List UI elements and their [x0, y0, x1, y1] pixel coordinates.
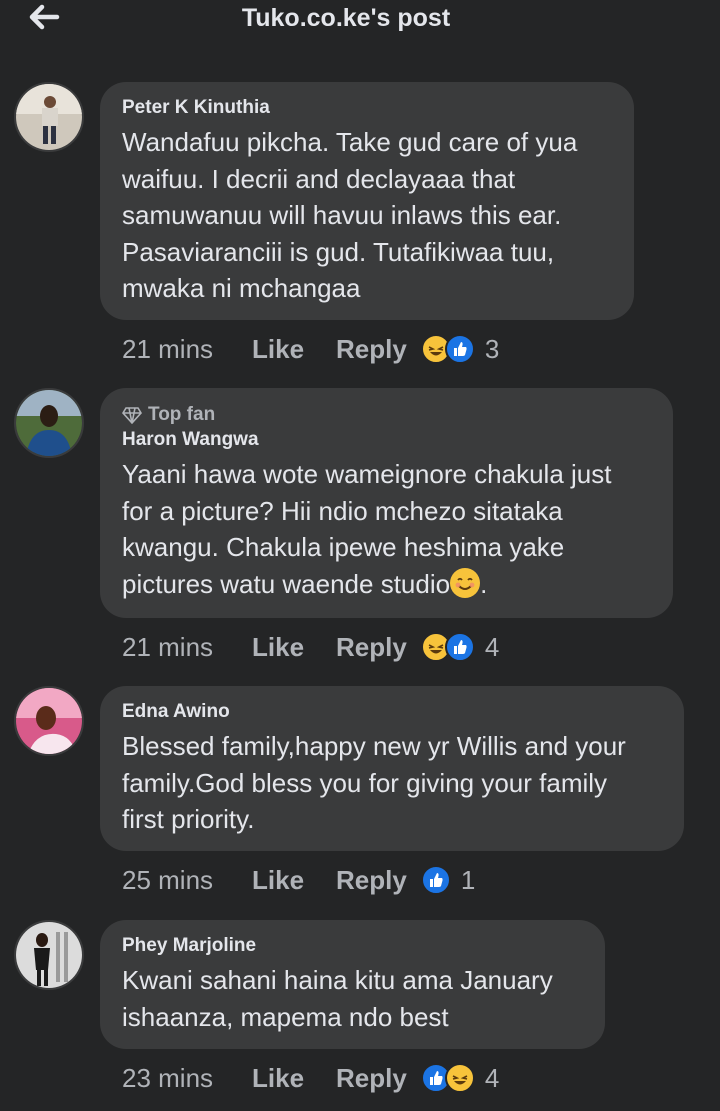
avatar[interactable] — [14, 686, 84, 756]
like-reaction-icon — [420, 865, 451, 895]
reactions[interactable] — [420, 632, 475, 662]
commenter-name[interactable]: Peter K Kinuthia — [122, 96, 612, 120]
comment-text: Blessed family,happy new yr Willis and y… — [122, 731, 626, 834]
reaction-count[interactable]: 4 — [485, 1063, 499, 1094]
reactions[interactable] — [420, 865, 451, 895]
top-bar: Tuko.co.ke's post — [0, 0, 720, 40]
comment-text: Kwani sahani haina kitu ama January isha… — [122, 965, 553, 1032]
comment-text: Wandafuu pikcha. Take gud care of yua wa… — [122, 127, 578, 303]
comment-actions: 23 mins Like Reply 4 — [122, 1060, 499, 1096]
smiling-face-emoji-icon — [450, 567, 481, 598]
comment-time[interactable]: 21 mins — [122, 334, 252, 365]
comment-bubble: Top fan Haron Wangwa Yaani hawa wote wam… — [100, 388, 673, 618]
like-button[interactable]: Like — [252, 334, 336, 365]
diamond-icon — [122, 407, 142, 424]
comment-bubble: Edna Awino Blessed family,happy new yr W… — [100, 686, 684, 851]
reactions[interactable] — [420, 334, 475, 364]
page-title: Tuko.co.ke's post — [241, 4, 451, 32]
comment-bubble: Peter K Kinuthia Wandafuu pikcha. Take g… — [100, 82, 634, 320]
comment-time[interactable]: 25 mins — [122, 865, 252, 896]
like-reaction-icon — [444, 334, 475, 364]
avatar[interactable] — [14, 388, 84, 458]
comment-time[interactable]: 23 mins — [122, 1063, 252, 1094]
top-fan-badge: Top fan — [122, 402, 651, 428]
like-button[interactable]: Like — [252, 632, 336, 663]
reply-button[interactable]: Reply — [336, 334, 407, 365]
reactions[interactable] — [420, 1063, 475, 1093]
reply-button[interactable]: Reply — [336, 1063, 407, 1094]
commenter-name[interactable]: Edna Awino — [122, 700, 662, 724]
comment-bubble: Phey Marjoline Kwani sahani haina kitu a… — [100, 920, 605, 1049]
like-button[interactable]: Like — [252, 1063, 336, 1094]
reaction-count[interactable]: 1 — [461, 865, 475, 896]
top-fan-label: Top fan — [148, 404, 216, 425]
like-reaction-icon — [444, 632, 475, 662]
avatar[interactable] — [14, 920, 84, 990]
comment-actions: 21 mins Like Reply 3 — [122, 331, 499, 367]
reply-button[interactable]: Reply — [336, 632, 407, 663]
reply-button[interactable]: Reply — [336, 865, 407, 896]
comment-text-body: Yaani hawa wote wameignore chakula just … — [122, 459, 612, 599]
commenter-name[interactable]: Haron Wangwa — [122, 428, 651, 452]
comment-actions: 25 mins Like Reply 1 — [122, 862, 475, 898]
comment-text-end: . — [480, 568, 488, 599]
reaction-count[interactable]: 3 — [485, 334, 499, 365]
haha-reaction-icon — [444, 1063, 475, 1093]
reaction-count[interactable]: 4 — [485, 632, 499, 663]
comment-time[interactable]: 21 mins — [122, 632, 252, 663]
commenter-name[interactable]: Phey Marjoline — [122, 934, 583, 958]
comment-actions: 21 mins Like Reply 4 — [122, 629, 499, 665]
like-button[interactable]: Like — [252, 865, 336, 896]
avatar[interactable] — [14, 82, 84, 152]
comment-text: Yaani hawa wote wameignore chakula just … — [122, 456, 651, 602]
